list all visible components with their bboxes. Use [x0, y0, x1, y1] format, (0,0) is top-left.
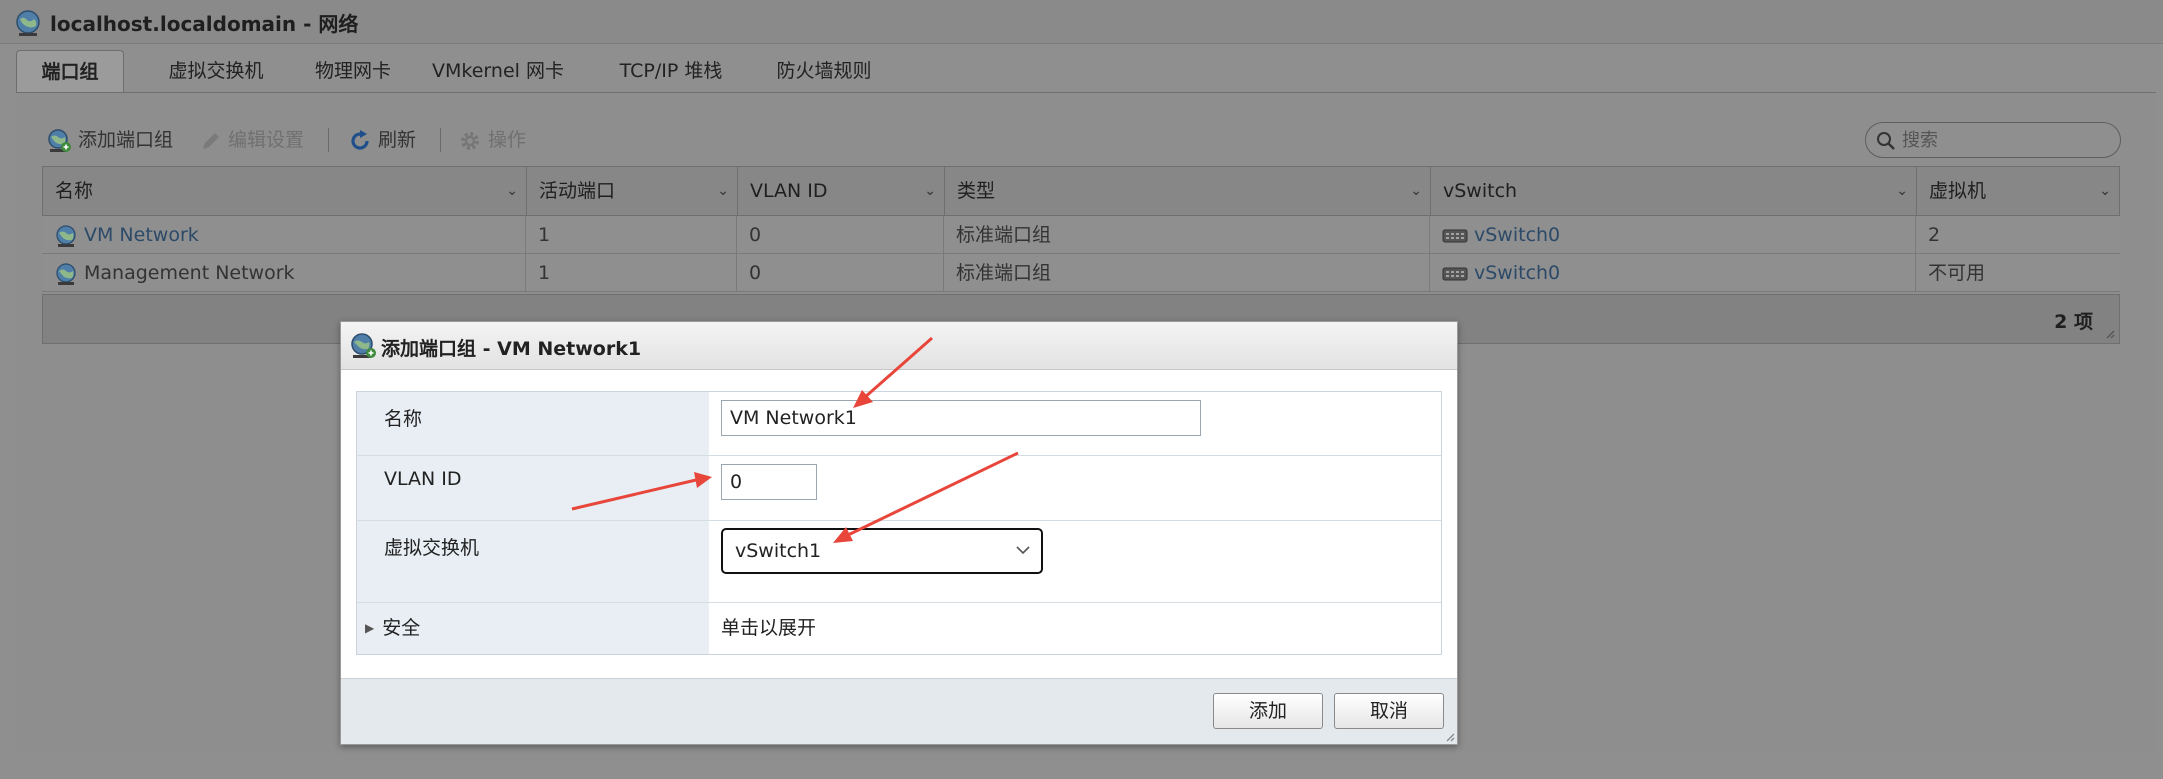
table-row[interactable]: VM Network 1 0 标准端口组 vSwitch0 2 [42, 216, 2120, 254]
column-header-vlan-id[interactable]: VLAN ID ⌄ [738, 167, 945, 215]
add-portgroup-dialog: 添加端口组 - VM Network1 名称 VLAN ID 虚拟交换机 vSw… [340, 321, 1458, 745]
add-button[interactable]: 添加 [1213, 693, 1323, 729]
cell-vms: 2 [1928, 224, 1941, 246]
column-header-label: 类型 [957, 180, 996, 202]
edit-settings-label: 编辑设置 [228, 129, 305, 151]
toolbar-divider [440, 128, 441, 152]
name-label: 名称 [384, 408, 423, 430]
form-row-vlan: VLAN ID [357, 456, 1441, 521]
chevron-down-icon[interactable]: ⌄ [924, 167, 936, 215]
chevron-down-icon [1016, 546, 1030, 555]
tab-tcpip-stacks[interactable]: TCP/IP 堆栈 [596, 50, 746, 92]
name-input[interactable] [721, 400, 1201, 436]
tab-physical-nics[interactable]: 物理网卡 [293, 50, 413, 92]
resize-grip-icon[interactable] [2105, 329, 2115, 339]
search-icon [1877, 132, 1895, 150]
edit-settings-button[interactable]: 编辑设置 [200, 118, 304, 162]
portgroup-icon [56, 262, 76, 285]
column-header-label: 活动端口 [539, 180, 616, 202]
pencil-icon [203, 132, 219, 149]
vswitch-link[interactable]: vSwitch0 [1474, 262, 1560, 284]
tab-virtual-switches[interactable]: 虚拟交换机 [146, 50, 286, 92]
form-row-name: 名称 [357, 392, 1441, 456]
portgroup-link[interactable]: VM Network [84, 224, 199, 246]
vswitch-icon [1442, 229, 1468, 242]
chevron-down-icon[interactable]: ⌄ [1896, 167, 1908, 215]
cell-name: Management Network [42, 254, 526, 292]
add-portgroup-button[interactable]: 添加端口组 [46, 118, 173, 162]
column-header-label: 名称 [55, 180, 94, 202]
chevron-down-icon[interactable]: ⌄ [506, 167, 518, 215]
chevron-down-icon[interactable]: ⌄ [717, 167, 729, 215]
expand-triangle-icon: ▶ [365, 621, 375, 635]
actions-label: 操作 [488, 129, 527, 151]
column-header-vms[interactable]: 虚拟机 ⌄ [1917, 167, 2119, 215]
dialog-form: 名称 VLAN ID 虚拟交换机 vSwitch1 [356, 391, 1442, 655]
add-portgroup-label: 添加端口组 [78, 129, 174, 151]
window-title: localhost.localdomain - 网络 [50, 12, 359, 36]
column-header-active-ports[interactable]: 活动端口 ⌄ [527, 167, 738, 215]
column-header-vswitch[interactable]: vSwitch ⌄ [1431, 167, 1917, 215]
tab-firewall-rules[interactable]: 防火墙规则 [754, 50, 894, 92]
column-header-type[interactable]: 类型 ⌄ [945, 167, 1431, 215]
chevron-down-icon[interactable]: ⌄ [2099, 167, 2111, 215]
portgroup-icon [56, 224, 76, 247]
cell-name: VM Network [42, 216, 526, 254]
vswitch-icon [1442, 267, 1468, 280]
column-header-label: VLAN ID [750, 180, 828, 202]
dialog-footer: 添加 取消 [341, 678, 1457, 744]
dialog-title: 添加端口组 - VM Network1 [381, 338, 642, 360]
resize-grip-icon[interactable] [1445, 732, 1455, 742]
column-header-label: vSwitch [1443, 180, 1518, 202]
item-count: 2 项 [2054, 311, 2093, 333]
form-row-vswitch: 虚拟交换机 vSwitch1 [357, 521, 1441, 603]
cell-type: 标准端口组 [944, 216, 1430, 254]
chevron-down-icon[interactable]: ⌄ [1410, 167, 1422, 215]
cell-active-ports: 1 [526, 216, 737, 254]
dialog-titlebar: 添加端口组 - VM Network1 [341, 322, 1457, 370]
add-portgroup-icon [48, 128, 71, 152]
actions-button[interactable]: 操作 [458, 118, 526, 162]
cell-vlan-id: 0 [737, 216, 944, 254]
vswitch-link[interactable]: vSwitch0 [1474, 224, 1560, 246]
vswitch-select[interactable]: vSwitch1 [721, 528, 1043, 574]
vswitch-selected-value: vSwitch1 [735, 540, 822, 562]
security-label: 安全 [382, 617, 421, 639]
table-header: 名称 ⌄ 活动端口 ⌄ VLAN ID ⌄ 类型 ⌄ vSwitch ⌄ 虚拟机 ⌄ [42, 166, 2120, 216]
tab-vmkernel-nics[interactable]: VMkernel 网卡 [418, 50, 578, 92]
globe-icon [16, 10, 40, 36]
column-header-name[interactable]: 名称 ⌄ [43, 167, 527, 215]
cell-vswitch: vSwitch0 [1430, 216, 1916, 254]
search-box[interactable] [1865, 122, 2121, 158]
refresh-button[interactable]: 刷新 [348, 118, 416, 162]
tab-port-groups[interactable]: 端口组 [16, 50, 124, 92]
security-expander[interactable]: ▶ 安全 [365, 613, 420, 640]
table-row[interactable]: Management Network 1 0 标准端口组 vSwitch0 不可… [42, 254, 2120, 292]
form-row-security[interactable]: ▶ 安全 单击以展开 [357, 603, 1441, 654]
vlan-id-input[interactable] [721, 464, 817, 500]
cell-vms: 不可用 [1928, 262, 1986, 284]
refresh-label: 刷新 [378, 129, 417, 151]
window-titlebar: localhost.localdomain - 网络 [0, 0, 2163, 44]
security-expand-hint[interactable]: 单击以展开 [721, 613, 816, 640]
portgroup-name[interactable]: Management Network [84, 262, 295, 284]
cell-active-ports: 1 [526, 254, 737, 292]
cancel-button[interactable]: 取消 [1334, 693, 1444, 729]
cell-vlan-id: 0 [737, 254, 944, 292]
add-portgroup-icon [351, 333, 376, 358]
vswitch-label: 虚拟交换机 [384, 537, 480, 559]
column-header-label: 虚拟机 [1929, 180, 1987, 202]
refresh-icon [351, 129, 369, 150]
cell-vswitch: vSwitch0 [1430, 254, 1916, 292]
toolbar-divider [328, 128, 329, 152]
vlan-id-label: VLAN ID [384, 468, 462, 490]
cell-type: 标准端口组 [944, 254, 1430, 292]
search-input[interactable] [1900, 125, 2110, 155]
gear-icon [461, 131, 479, 150]
